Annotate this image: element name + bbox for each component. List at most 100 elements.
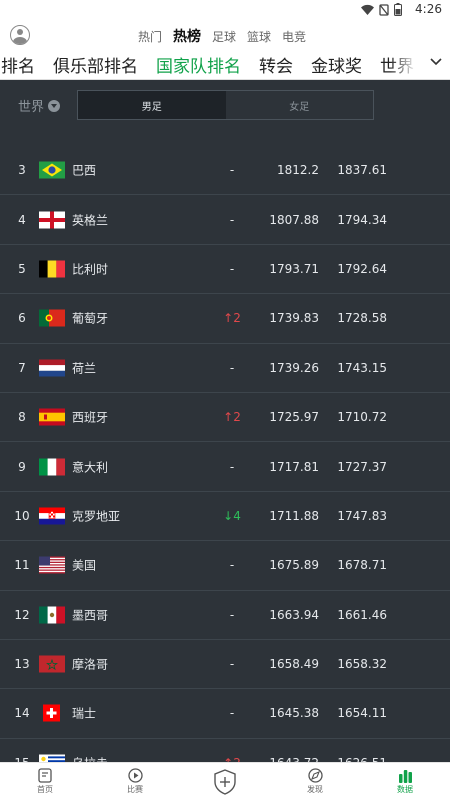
table-row[interactable]: 6 葡萄牙 ↑2 1739.83 1728.58 — [0, 294, 450, 344]
region-label: 世界 — [18, 100, 45, 115]
rank-number: 9 — [18, 459, 26, 474]
previous-points: 1661.46 — [337, 607, 387, 622]
team-name: 摩洛哥 — [72, 657, 109, 672]
nav-home-label: 首页 — [37, 785, 53, 794]
rank-number: 6 — [18, 311, 26, 326]
chevron-down-icon[interactable] — [430, 58, 442, 66]
previous-points: 1710.72 — [337, 410, 387, 425]
top-tab-basketball[interactable]: 篮球 — [247, 28, 271, 45]
table-row[interactable]: 9 意大利 -1717.81 1727.37 — [0, 442, 450, 492]
current-points: 1711.88 — [269, 508, 319, 523]
team-name: 西班牙 — [72, 410, 109, 425]
current-points: 1807.88 — [269, 212, 319, 227]
flag-belgium-icon — [39, 260, 65, 278]
team-name: 克罗地亚 — [72, 509, 121, 524]
avatar-icon[interactable] — [10, 25, 30, 45]
team-name: 墨西哥 — [72, 608, 109, 623]
add-shield-icon — [214, 768, 236, 795]
bottom-nav: 首页 比赛 发现 数据 — [0, 762, 450, 800]
current-points: 1725.97 — [269, 410, 319, 425]
top-tab-trending[interactable]: 热榜 — [173, 26, 201, 46]
table-row[interactable]: 11 美国 -1675.89 1678.71 — [0, 541, 450, 591]
table-row[interactable]: 8 西班牙 ↑2 1725.97 1710.72 — [0, 393, 450, 443]
previous-points: 1837.61 — [337, 163, 387, 178]
nav-home[interactable]: 首页 — [0, 763, 90, 800]
current-points: 1675.89 — [269, 558, 319, 573]
flag-portugal-icon — [39, 309, 65, 327]
current-points: 1645.38 — [269, 706, 319, 721]
previous-points: 1654.11 — [337, 706, 387, 721]
top-tab-hot[interactable]: 热门 — [138, 28, 162, 45]
top-nav: 热门 热榜 足球 篮球 电竞 — [0, 20, 450, 48]
sub-tab-transfer[interactable]: 转会 — [259, 52, 293, 79]
region-dropdown[interactable]: 世界 — [18, 96, 61, 115]
table-row[interactable]: 10 克罗地亚 ↓4 1711.88 1747.83 — [0, 492, 450, 542]
previous-points: 1728.58 — [337, 311, 387, 326]
current-points: 1793.71 — [269, 261, 319, 276]
current-points: 1717.81 — [269, 459, 319, 474]
previous-points: 1794.34 — [337, 212, 387, 227]
flag-italy-icon — [39, 458, 65, 476]
sub-nav: 员排名 俱乐部排名 国家队排名 转会 金球奖 世界 — [0, 48, 450, 80]
status-time: 4:26 — [415, 2, 442, 16]
rank-number: 13 — [14, 657, 30, 672]
flag-morocco-icon — [39, 655, 65, 673]
table-row[interactable]: 12 墨西哥 -1663.94 1661.46 — [0, 591, 450, 640]
top-tab-esports[interactable]: 电竞 — [282, 28, 306, 45]
previous-points: 1727.37 — [337, 459, 387, 474]
discover-icon — [307, 768, 323, 783]
sub-tab-club-ranking[interactable]: 俱乐部排名 — [53, 52, 138, 79]
ranking-table: 3 巴西 -1812.2 1837.61 4 英格兰 -1807.88 1794.34 5 比利时… — [0, 146, 450, 789]
top-tab-football[interactable]: 足球 — [212, 28, 236, 45]
sub-tabs: 员排名 俱乐部排名 国家队排名 转会 金球奖 世界 — [0, 52, 414, 79]
previous-points: 1658.32 — [337, 657, 387, 672]
status-bar: 4:26 — [0, 0, 450, 20]
team-name: 意大利 — [72, 460, 109, 475]
sub-tab-player-ranking[interactable]: 员排名 — [0, 52, 35, 79]
rank-number: 5 — [18, 261, 26, 276]
current-points: 1663.94 — [269, 607, 319, 622]
nav-matches[interactable]: 比赛 — [90, 763, 180, 800]
table-row[interactable]: 13 摩洛哥 -1658.49 1658.32 — [0, 640, 450, 690]
previous-points: 1792.64 — [337, 261, 387, 276]
flag-usa-icon — [39, 556, 65, 574]
table-row[interactable]: 3 巴西 -1812.2 1837.61 — [0, 146, 450, 196]
flag-england-icon — [39, 211, 65, 229]
rank-number: 14 — [14, 706, 30, 721]
rank-number: 12 — [14, 607, 30, 622]
sub-tab-national-ranking[interactable]: 国家队排名 — [156, 52, 241, 79]
top-tabs: 热门 热榜 足球 篮球 电竞 — [138, 26, 306, 46]
dropdown-icon — [48, 99, 61, 112]
previous-points: 1678.71 — [337, 558, 387, 573]
flag-spain-icon — [39, 408, 65, 426]
rank-number: 11 — [14, 558, 30, 573]
table-row[interactable]: 14 瑞士 -1645.38 1654.11 — [0, 689, 450, 739]
nav-data[interactable]: 数据 — [360, 763, 450, 800]
flag-netherlands-icon — [39, 359, 65, 377]
team-name: 葡萄牙 — [72, 311, 109, 326]
table-row[interactable]: 5 比利时 -1793.71 1792.64 — [0, 245, 450, 295]
team-name: 美国 — [72, 558, 97, 573]
segment-men[interactable]: 男足 — [78, 91, 226, 119]
current-points: 1739.26 — [269, 360, 319, 375]
status-icons — [361, 3, 402, 16]
rank-number: 10 — [14, 508, 30, 523]
team-name: 比利时 — [72, 262, 109, 277]
table-row[interactable]: 4 英格兰 -1807.88 1794.34 — [0, 195, 450, 245]
rank-number: 3 — [18, 163, 26, 178]
nav-add[interactable] — [180, 763, 270, 800]
current-points: 1739.83 — [269, 311, 319, 326]
sub-tab-ballon-dor[interactable]: 金球奖 — [311, 52, 362, 79]
segment-women[interactable]: 女足 — [226, 91, 374, 119]
nav-discover[interactable]: 发现 — [270, 763, 360, 800]
rank-number: 8 — [18, 410, 26, 425]
current-points: 1658.49 — [269, 657, 319, 672]
rank-number: 7 — [18, 360, 26, 375]
rank-number: 4 — [18, 212, 26, 227]
current-points: 1812.2 — [277, 163, 319, 178]
home-doc-icon — [38, 768, 52, 783]
nav-data-label: 数据 — [397, 784, 413, 794]
table-row[interactable]: 7 荷兰 -1739.26 1743.15 — [0, 344, 450, 393]
flag-croatia-icon — [39, 507, 65, 525]
previous-points: 1747.83 — [337, 508, 387, 523]
